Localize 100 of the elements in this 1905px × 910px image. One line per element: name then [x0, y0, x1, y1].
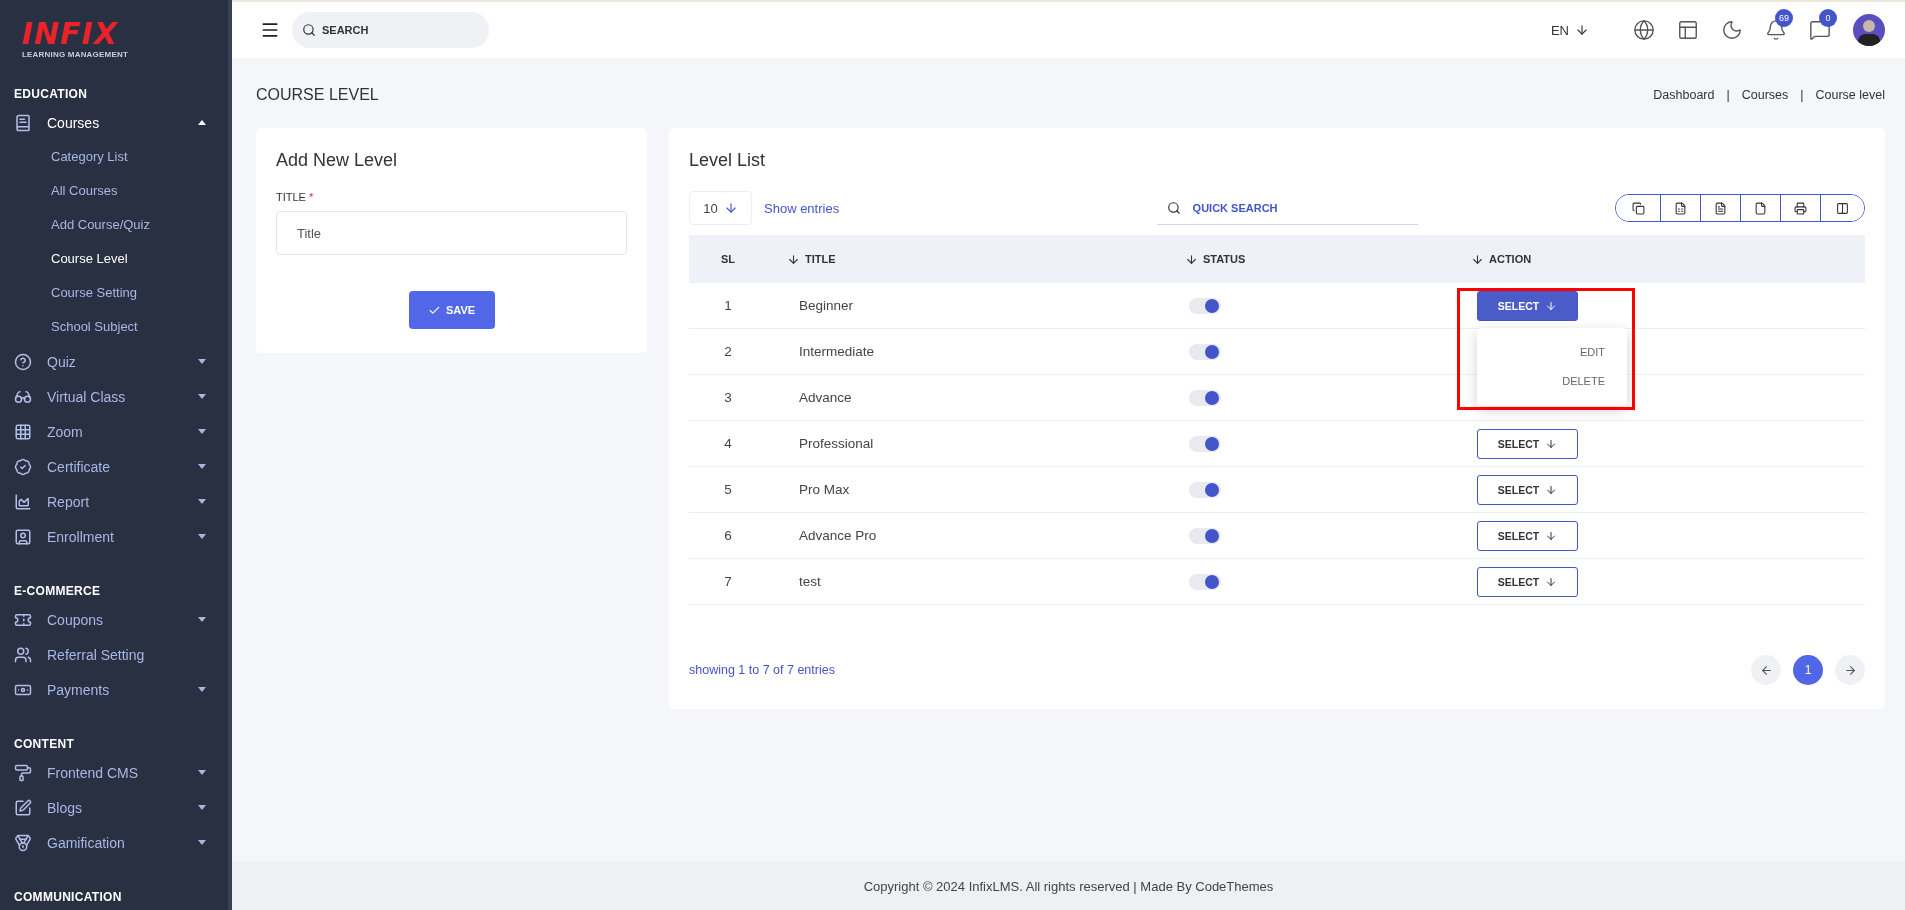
- status-toggle[interactable]: [1189, 389, 1221, 406]
- medal-icon: [14, 833, 32, 852]
- column-header: ACTION: [1489, 253, 1532, 265]
- nav-item[interactable]: Courses: [0, 105, 228, 140]
- column-header: STATUS: [1203, 253, 1246, 265]
- nav-item[interactable]: Zoom: [0, 414, 228, 449]
- table-cell-text: 4: [723, 436, 733, 451]
- table-cell-text: Advance Pro: [798, 528, 878, 543]
- nav-subitem[interactable]: All Courses: [0, 174, 228, 208]
- nav-subitem[interactable]: Course Setting: [0, 276, 228, 310]
- caret-icon: [198, 499, 206, 504]
- nav-subitem[interactable]: School Subject: [0, 310, 228, 344]
- sort-icon[interactable]: [1185, 252, 1198, 266]
- menu-icon[interactable]: [260, 20, 280, 40]
- arrow-down-icon: [1545, 299, 1558, 312]
- page-title: COURSE LEVEL: [256, 86, 379, 104]
- save-button[interactable]: SAVE: [408, 291, 495, 329]
- nav-item[interactable]: Payments: [0, 672, 228, 707]
- menu-item[interactable]: DELETE: [1477, 366, 1627, 396]
- breadcrumb-link[interactable]: Dashboard: [1653, 88, 1715, 102]
- bell-icon[interactable]: [1765, 19, 1787, 41]
- copyright-text: Copyright © 2024 InfixLMS. All rights reserved | Made By CodeThemes: [863, 878, 1274, 894]
- menu-item[interactable]: EDIT: [1477, 337, 1627, 367]
- layout-icon[interactable]: [1677, 19, 1699, 41]
- breadcrumb-separator: |: [1800, 88, 1804, 102]
- status-toggle[interactable]: [1189, 343, 1221, 360]
- select-button[interactable]: SELECT: [1477, 428, 1578, 459]
- next-page-button[interactable]: [1835, 655, 1865, 685]
- nav-item[interactable]: Frontend CMS: [0, 755, 228, 790]
- select-button[interactable]: SELECT: [1477, 520, 1578, 551]
- section-title: CONTENT: [13, 736, 76, 753]
- select-button[interactable]: SELECT: [1477, 474, 1578, 505]
- nav-item[interactable]: Report: [0, 484, 228, 519]
- nav-subitem[interactable]: Category List: [0, 140, 228, 174]
- export-button[interactable]: [1820, 195, 1864, 221]
- caret-icon: [198, 464, 206, 469]
- select-button[interactable]: SELECT: [1477, 290, 1578, 321]
- sort-icon[interactable]: [1471, 252, 1484, 266]
- nav-subitem[interactable]: Course Level: [0, 242, 228, 276]
- document-icon: [1714, 201, 1727, 215]
- caret-icon: [198, 770, 206, 775]
- status-toggle[interactable]: [1189, 297, 1221, 314]
- file-icon: [1754, 201, 1767, 215]
- square-icon: [14, 527, 32, 546]
- column-header: SL: [720, 253, 736, 265]
- search-field[interactable]: SEARCH: [292, 12, 489, 48]
- columns-icon: [1836, 201, 1849, 215]
- area-chart-icon: [14, 492, 32, 511]
- avatar[interactable]: [1853, 14, 1885, 46]
- nav-item[interactable]: Blogs: [0, 790, 228, 825]
- breadcrumb-link[interactable]: Courses: [1741, 88, 1789, 102]
- message-count: 0: [1819, 9, 1837, 27]
- status-toggle[interactable]: [1189, 527, 1221, 544]
- table-cell-text: Advance: [798, 390, 853, 405]
- previous-page-button[interactable]: [1751, 655, 1781, 685]
- moon-icon[interactable]: [1721, 19, 1743, 41]
- nav-item[interactable]: Quiz: [0, 344, 228, 379]
- caret-icon: [198, 534, 206, 539]
- caret-icon: [198, 394, 206, 399]
- status-toggle[interactable]: [1189, 481, 1221, 498]
- notification-count: 69: [1775, 9, 1793, 27]
- logo-tagline: LEARNING MANAGEMENT: [22, 50, 130, 59]
- book-icon: [14, 113, 32, 132]
- globe-icon[interactable]: [1633, 19, 1655, 41]
- table-cell-text: Beginner: [798, 298, 855, 313]
- card-title: Level List: [689, 150, 767, 171]
- table-cell-text: Intermediate: [798, 344, 876, 359]
- sort-icon[interactable]: [787, 252, 800, 266]
- nav-item[interactable]: Certificate: [0, 449, 228, 484]
- nav-item[interactable]: Coupons: [0, 602, 228, 637]
- status-toggle[interactable]: [1189, 573, 1221, 590]
- nav-item[interactable]: Gamification: [0, 825, 228, 860]
- page-button[interactable]: 1: [1793, 655, 1823, 685]
- select-button[interactable]: SELECT: [1477, 566, 1578, 597]
- section-title: EDUCATION: [13, 86, 89, 103]
- page-size-select[interactable]: 10: [689, 191, 752, 225]
- message-icon[interactable]: [1809, 19, 1831, 41]
- arrow-down-icon: [1545, 483, 1558, 496]
- language-selector[interactable]: EN: [1544, 21, 1595, 39]
- nav-subitem[interactable]: Add Course/Quiz: [0, 208, 228, 242]
- nav-item[interactable]: Referral Setting: [0, 637, 228, 672]
- caret-icon: [198, 805, 206, 810]
- arrow-right-icon: [1843, 663, 1857, 677]
- section-title: E-COMMERCE: [13, 583, 102, 600]
- nav-item[interactable]: Enrollment: [0, 519, 228, 554]
- card-title: Add New Level: [276, 150, 399, 171]
- table-cell-text: 1: [723, 298, 733, 313]
- breadcrumb-link[interactable]: Course level: [1815, 88, 1885, 102]
- grid-icon: [14, 422, 32, 441]
- table-cell-text: 5: [723, 482, 733, 497]
- arrow-left-icon: [1759, 663, 1773, 677]
- status-toggle[interactable]: [1189, 435, 1221, 452]
- search-icon: [1166, 201, 1181, 215]
- arrow-down-icon: [1545, 575, 1558, 588]
- table-cell-text: Professional: [798, 436, 875, 451]
- table-cell-text: 3: [723, 390, 733, 405]
- title-input[interactable]: Title: [276, 211, 627, 255]
- column-header: TITLE: [805, 253, 836, 265]
- nav-item[interactable]: Virtual Class: [0, 379, 228, 414]
- table-cell-text: 6: [723, 528, 733, 543]
